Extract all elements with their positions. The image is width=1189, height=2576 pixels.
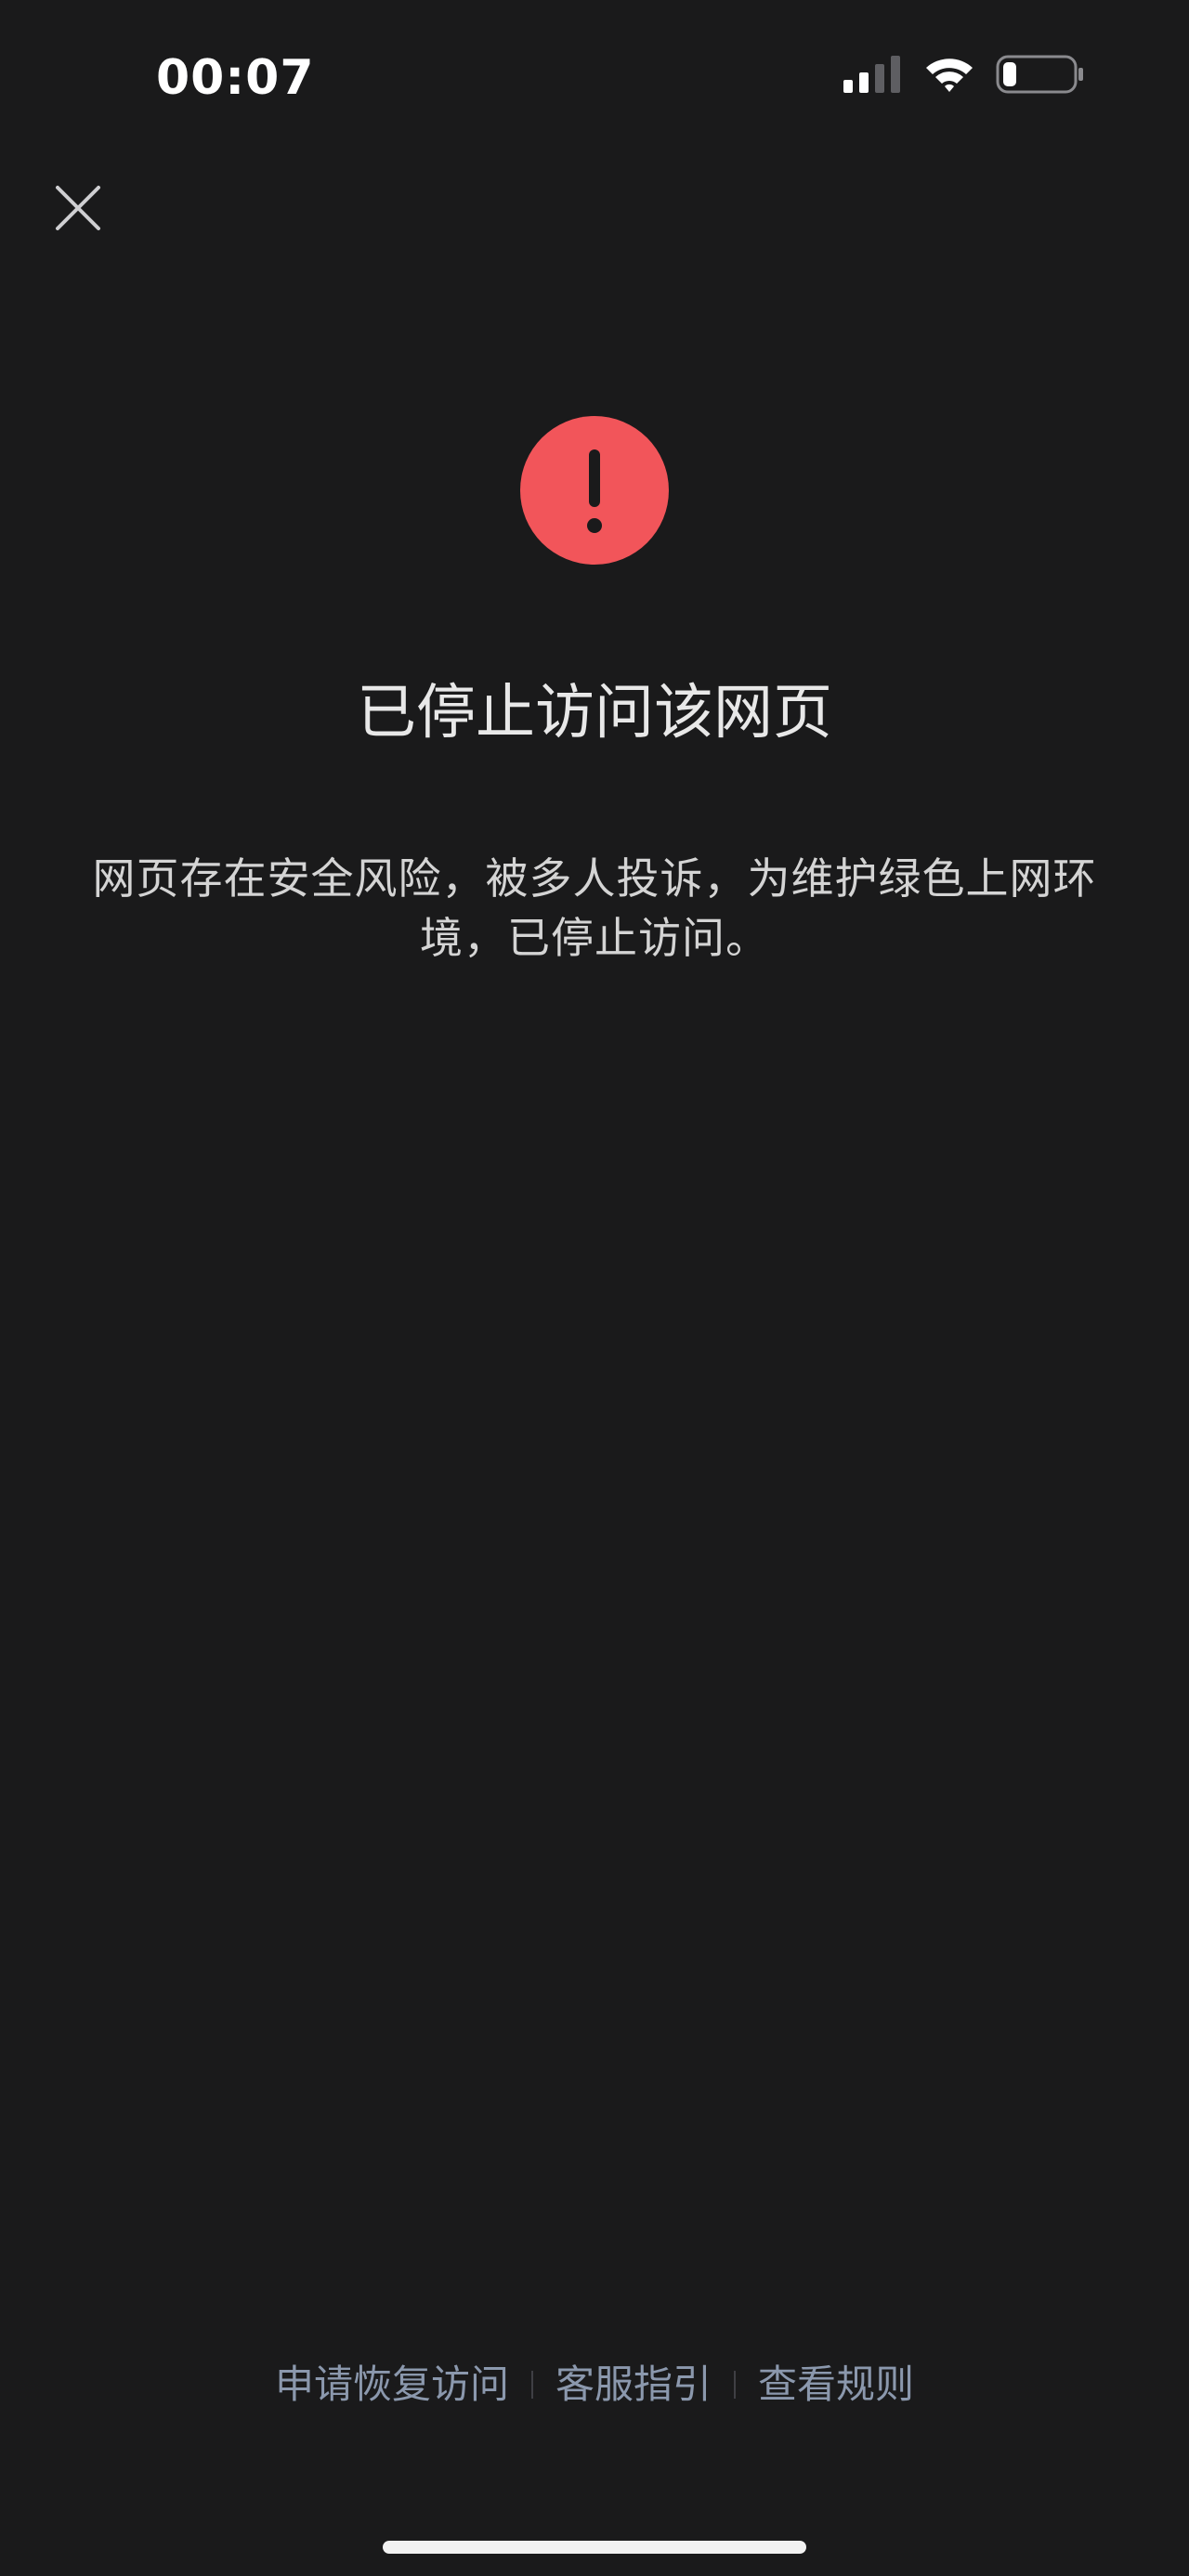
customer-service-guide-link[interactable]: 客服指引 (555, 2355, 712, 2414)
footer-links: 申请恢复访问 客服指引 查看规则 (0, 2355, 1189, 2414)
apply-restore-access-link[interactable]: 申请恢复访问 (275, 2355, 509, 2414)
close-icon (56, 186, 100, 230)
battery-low-icon (996, 55, 1083, 94)
page-title: 已停止访问该网页 (357, 679, 832, 748)
blocked-page-screen: 00:07 已停止访问该网页 网页存在安全风险，被多人投诉，为维护绿色上网环境，… (0, 0, 1189, 2576)
block-description: 网页存在安全风险，被多人投诉，为维护绿色上网环境，已停止访问。 (92, 853, 1097, 963)
close-button[interactable] (52, 182, 104, 234)
home-indicator[interactable] (383, 2541, 806, 2554)
link-divider (530, 2371, 533, 2399)
wifi-icon (926, 59, 973, 92)
link-divider (734, 2371, 736, 2399)
view-rules-link[interactable]: 查看规则 (758, 2355, 914, 2414)
cellular-signal-icon (843, 56, 900, 93)
status-time: 00:07 (156, 50, 315, 106)
exclamation-circle-icon (520, 416, 669, 565)
status-icons (843, 54, 1085, 95)
